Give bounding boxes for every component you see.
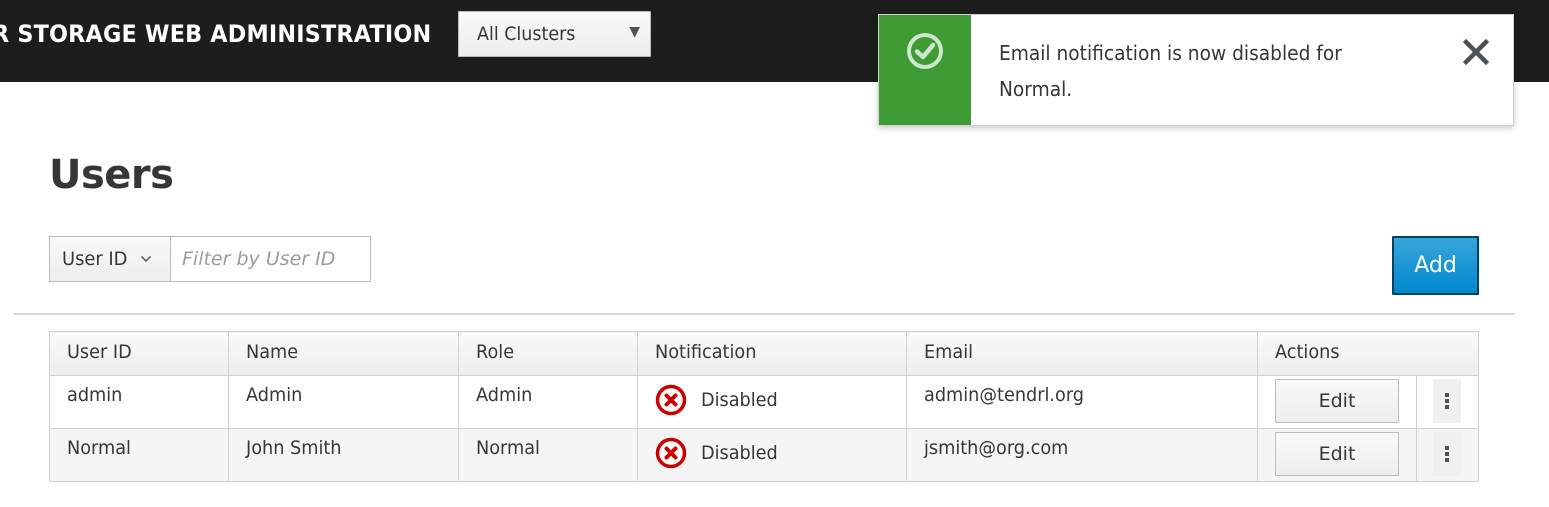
error-circle-icon: [655, 437, 687, 469]
filter-type-dropdown[interactable]: User ID: [49, 236, 171, 282]
toast-message: Email notification is now disabled for N…: [999, 41, 1342, 101]
filter-input[interactable]: [171, 236, 371, 282]
caret-down-icon: ▼: [629, 24, 640, 40]
notification-status: Disabled: [701, 442, 778, 464]
add-user-button[interactable]: Add: [1392, 236, 1479, 295]
cell-user-id: admin: [49, 375, 229, 429]
cell-notification: Disabled: [637, 375, 907, 429]
cell-name: John Smith: [228, 428, 459, 482]
cell-name: Admin: [228, 375, 459, 429]
cell-role: Admin: [458, 375, 638, 429]
cell-role: Normal: [458, 428, 638, 482]
table-row: Normal John Smith Normal Disabled jsmith…: [49, 428, 1479, 482]
edit-button[interactable]: Edit: [1275, 432, 1399, 476]
cell-kebab: [1416, 375, 1479, 429]
kebab-menu-icon[interactable]: [1433, 432, 1461, 476]
column-header-user-id[interactable]: User ID: [49, 331, 229, 376]
cell-edit: Edit: [1257, 375, 1417, 429]
page-title: Users: [49, 152, 174, 198]
column-header-role[interactable]: Role: [458, 331, 638, 376]
kebab-menu-icon[interactable]: [1433, 379, 1461, 423]
cell-notification: Disabled: [637, 428, 907, 482]
cell-user-id: Normal: [49, 428, 229, 482]
users-table: User ID Name Role Notification Email Act…: [49, 331, 1479, 482]
column-header-name[interactable]: Name: [228, 331, 459, 376]
toast-status-stripe: [879, 15, 971, 125]
column-header-actions: Actions: [1257, 331, 1479, 376]
success-toast: Email notification is now disabled for N…: [878, 14, 1514, 126]
cluster-selector[interactable]: All Clusters ▼: [458, 11, 651, 57]
column-header-notification[interactable]: Notification: [637, 331, 907, 376]
close-icon[interactable]: [1463, 39, 1489, 65]
chevron-down-icon: [140, 255, 151, 263]
cell-email: admin@tendrl.org: [906, 375, 1258, 429]
column-header-email[interactable]: Email: [906, 331, 1258, 376]
toolbar-divider: [14, 313, 1515, 315]
cluster-selector-value: All Clusters: [477, 23, 576, 45]
filter-type-label: User ID: [62, 248, 128, 270]
filter-group: User ID: [49, 236, 371, 282]
error-circle-icon: [655, 384, 687, 416]
cell-email: jsmith@org.com: [906, 428, 1258, 482]
brand-title: R STORAGE WEB ADMINISTRATION: [0, 20, 432, 48]
notification-status: Disabled: [701, 389, 778, 411]
table-header-row: User ID Name Role Notification Email Act…: [49, 331, 1479, 376]
edit-button[interactable]: Edit: [1275, 379, 1399, 423]
cell-edit: Edit: [1257, 428, 1417, 482]
check-circle-icon: [907, 33, 943, 69]
cell-kebab: [1416, 428, 1479, 482]
table-row: admin Admin Admin Disabled admin@tendrl.…: [49, 375, 1479, 429]
